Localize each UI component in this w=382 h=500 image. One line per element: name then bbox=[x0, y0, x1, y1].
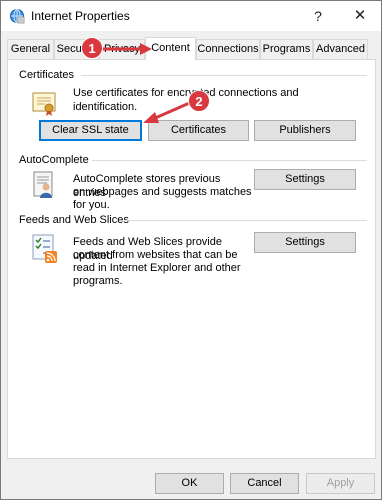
feeds-description-line3: read in Internet Explorer and other bbox=[73, 262, 241, 274]
annotation-arrow-1 bbox=[98, 43, 152, 55]
certificates-divider bbox=[81, 75, 367, 76]
close-button[interactable]: ✕ bbox=[348, 4, 372, 28]
ok-button[interactable]: OK bbox=[155, 473, 224, 494]
internet-properties-dialog: Internet Properties ? ✕ General Security… bbox=[0, 0, 382, 500]
tab-general[interactable]: General bbox=[7, 39, 54, 59]
autocomplete-description-line3: for you. bbox=[73, 199, 110, 211]
certificate-icon bbox=[29, 87, 61, 119]
feeds-settings-button[interactable]: Settings bbox=[254, 232, 356, 253]
publishers-button[interactable]: Publishers bbox=[254, 120, 356, 141]
tab-connections[interactable]: Connections bbox=[196, 39, 260, 59]
feeds-rss-icon bbox=[29, 233, 61, 265]
autocomplete-settings-button[interactable]: Settings bbox=[254, 169, 356, 190]
clear-ssl-state-button[interactable]: Clear SSL state bbox=[39, 120, 142, 141]
tab-programs[interactable]: Programs bbox=[260, 39, 313, 59]
apply-button: Apply bbox=[306, 473, 375, 494]
autocomplete-heading: AutoComplete bbox=[19, 154, 89, 166]
certificates-description: Use certificates for encrypted connectio… bbox=[73, 87, 299, 113]
autocomplete-description-line2: on webpages and suggests matches bbox=[73, 186, 252, 198]
feeds-description-line2: content from websites that can be bbox=[73, 249, 238, 261]
feeds-heading: Feeds and Web Slices bbox=[19, 214, 129, 226]
tab-strip: General Security Privacy Content Connect… bbox=[1, 37, 382, 60]
tab-advanced[interactable]: Advanced bbox=[313, 39, 368, 59]
internet-globe-icon bbox=[9, 8, 25, 24]
feeds-description-line4: programs. bbox=[73, 275, 123, 287]
cancel-button[interactable]: Cancel bbox=[230, 473, 299, 494]
step-1-badge: 1 bbox=[81, 37, 103, 59]
window-title: Internet Properties bbox=[31, 9, 130, 23]
autocomplete-form-icon bbox=[29, 169, 61, 201]
title-bar: Internet Properties ? ✕ bbox=[1, 1, 381, 31]
help-button[interactable]: ? bbox=[306, 4, 330, 28]
autocomplete-divider bbox=[92, 160, 367, 161]
step-2-badge: 2 bbox=[188, 90, 210, 112]
feeds-divider bbox=[125, 220, 367, 221]
certificates-heading: Certificates bbox=[19, 69, 75, 81]
